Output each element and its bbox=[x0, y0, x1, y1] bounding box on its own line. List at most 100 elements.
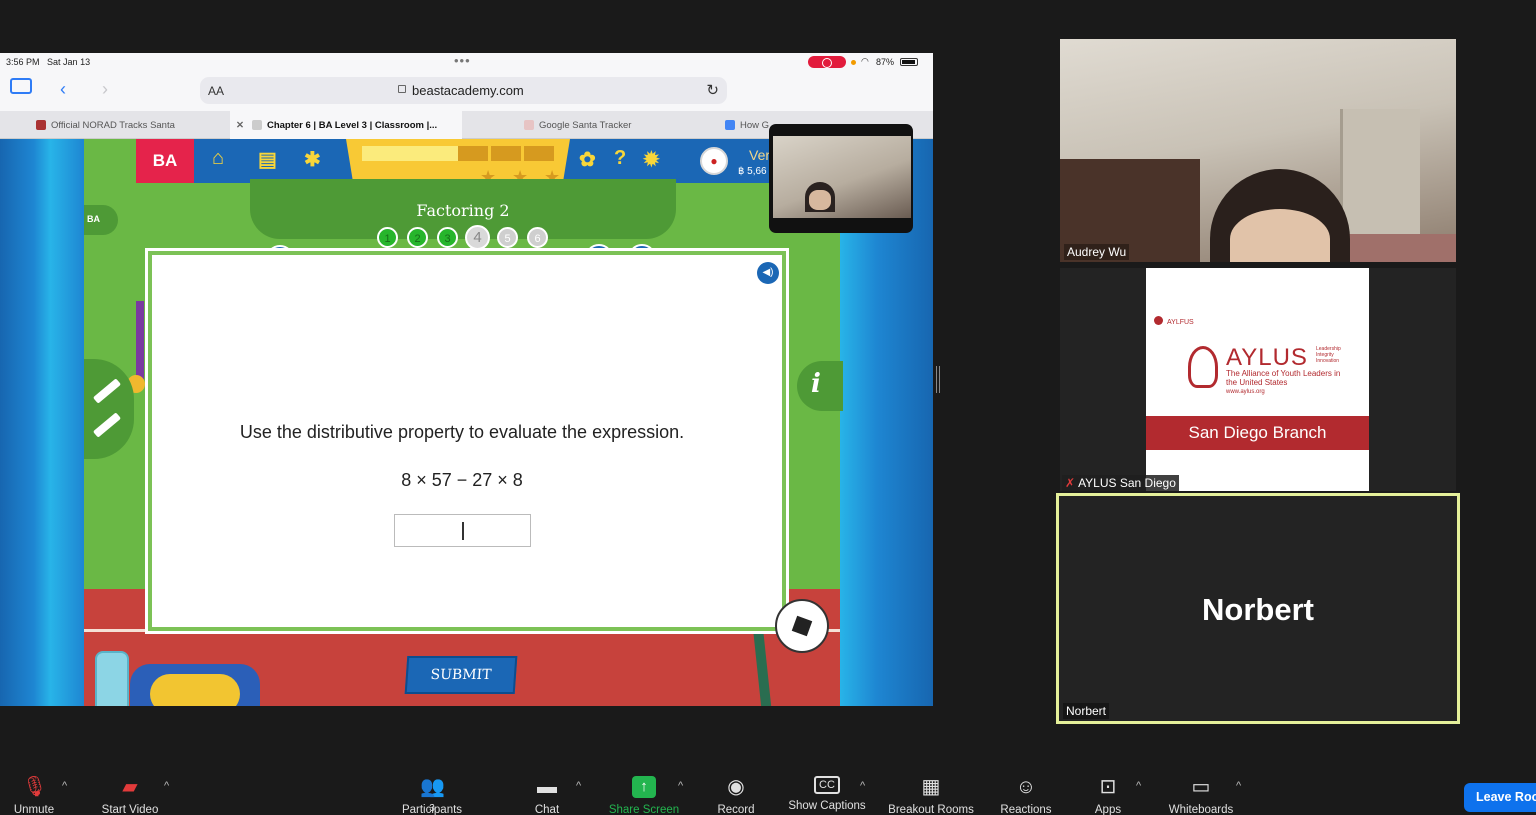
wifi-icon: ◠ bbox=[861, 56, 869, 66]
whiteboards-options-caret-icon[interactable]: ^ bbox=[1236, 780, 1241, 792]
zoom-meeting-window: 3:56 PM Sat Jan 13 ••• ◠ 87% ‹ › AA beas… bbox=[0, 0, 1536, 815]
info-icon[interactable]: i bbox=[811, 369, 821, 399]
step-4-current[interactable]: 4 bbox=[465, 225, 490, 250]
apps-icon: ⊡ bbox=[1099, 776, 1117, 798]
medal-ribbon bbox=[136, 301, 144, 381]
aylus-logo-card: AYLFUS AYLUS Leadership Integrity Innova… bbox=[1146, 268, 1369, 491]
leave-room-button[interactable]: Leave Room bbox=[1464, 783, 1536, 812]
step-3[interactable]: 3 bbox=[437, 227, 458, 248]
ba-favicon-icon bbox=[251, 120, 262, 130]
chat-icon: ▬ bbox=[537, 776, 557, 798]
url-text: beastacademy.com bbox=[412, 83, 524, 98]
norad-favicon-icon bbox=[36, 120, 46, 130]
aylus-website: www.aylus.org bbox=[1226, 389, 1265, 395]
reactions-icon: ☺ bbox=[1015, 776, 1037, 798]
user-name-partial: Ver bbox=[749, 147, 771, 163]
answer-input[interactable] bbox=[394, 514, 531, 547]
record-icon: ◉ bbox=[727, 776, 745, 798]
step-1[interactable]: 1 bbox=[377, 227, 398, 248]
tab-google-santa[interactable]: Google Santa Tracker bbox=[462, 111, 697, 139]
participant-name: Audrey Wu bbox=[1064, 244, 1130, 260]
submit-button[interactable]: SUBMIT bbox=[404, 656, 518, 694]
sidebar-toggle-icon[interactable] bbox=[10, 78, 32, 94]
santa-favicon-icon bbox=[524, 120, 534, 130]
mic-off-icon: 🎙 bbox=[22, 776, 48, 798]
soccer-ball-illustration bbox=[775, 599, 829, 653]
captions-options-caret-icon[interactable]: ^ bbox=[860, 780, 865, 792]
tab-norad[interactable]: Official NORAD Tracks Santa bbox=[0, 111, 230, 139]
audio-options-caret-icon[interactable]: ^ bbox=[62, 780, 67, 792]
resize-handle[interactable] bbox=[936, 366, 940, 393]
address-bar[interactable]: AA beastacademy.com ↻ bbox=[200, 77, 727, 104]
chat-button[interactable]: ▬ Chat bbox=[530, 776, 564, 815]
step-5[interactable]: 5 bbox=[497, 227, 518, 248]
status-time-date: 3:56 PM Sat Jan 13 bbox=[6, 57, 91, 67]
problem-prompt: Use the distributive property to evaluat… bbox=[239, 422, 685, 442]
text-caret bbox=[462, 522, 464, 540]
start-video-button[interactable]: ▰ Start Video bbox=[96, 776, 164, 815]
record-button[interactable]: ◉ Record bbox=[714, 776, 758, 815]
lock-icon bbox=[398, 85, 406, 93]
self-view-video[interactable] bbox=[769, 124, 913, 233]
award-icon[interactable]: ✿ bbox=[579, 147, 596, 172]
close-tab-icon[interactable]: ✕ bbox=[236, 120, 244, 131]
aylus-small-logo: AYLFUS bbox=[1154, 316, 1194, 326]
video-tile-norbert-active-speaker[interactable]: Norbert Norbert bbox=[1056, 493, 1460, 724]
participant-name: ✗ AYLUS San Diego bbox=[1062, 475, 1179, 491]
video-tile-aylus[interactable]: AYLFUS AYLUS Leadership Integrity Innova… bbox=[1060, 268, 1456, 491]
tab-how-g[interactable]: How G bbox=[697, 111, 777, 139]
mic-in-use-dot-icon bbox=[851, 60, 856, 65]
settings-gear-icon[interactable]: ✹ bbox=[643, 147, 660, 172]
reactions-button[interactable]: ☺ Reactions bbox=[996, 776, 1056, 815]
step-2[interactable]: 2 bbox=[407, 227, 428, 248]
eraser-icon[interactable] bbox=[92, 412, 122, 438]
pencil-icon[interactable] bbox=[92, 378, 122, 404]
home-icon[interactable]: ⌂ bbox=[212, 147, 224, 170]
unmute-button[interactable]: 🎙 Unmute bbox=[10, 776, 58, 815]
reader-settings-button[interactable]: AA bbox=[208, 84, 224, 98]
read-aloud-speaker-icon[interactable]: ◀) bbox=[757, 262, 779, 284]
ios-status-bar: 3:56 PM Sat Jan 13 ••• ◠ 87% bbox=[0, 53, 933, 71]
show-captions-button[interactable]: CC Show Captions bbox=[784, 776, 870, 812]
video-tile-audrey[interactable]: Audrey Wu bbox=[1060, 39, 1456, 262]
help-icon[interactable]: ? bbox=[614, 147, 626, 170]
apps-button[interactable]: ⊡ Apps bbox=[1090, 776, 1126, 815]
water-bottle-illustration bbox=[95, 651, 129, 706]
lesson-title: Factoring 2 bbox=[416, 201, 510, 220]
info-tab[interactable]: i bbox=[797, 361, 843, 411]
progress-fill bbox=[362, 146, 458, 161]
video-icon[interactable]: ✱ bbox=[304, 147, 321, 172]
back-icon[interactable]: ‹ bbox=[60, 79, 66, 100]
safari-toolbar: ‹ › AA beastacademy.com ↻ bbox=[0, 71, 933, 111]
gym-bag-illustration bbox=[130, 664, 260, 706]
mic-muted-icon: ✗ bbox=[1065, 476, 1076, 490]
aylus-wordmark: AYLUS bbox=[1226, 344, 1308, 371]
forward-icon[interactable]: › bbox=[102, 79, 108, 100]
chat-options-caret-icon[interactable]: ^ bbox=[576, 780, 581, 792]
whiteboards-button[interactable]: ▭ Whiteboards bbox=[1162, 776, 1240, 815]
share-screen-icon: ↑ bbox=[632, 776, 656, 798]
tab-beast-academy[interactable]: ✕ Chapter 6 | BA Level 3 | Classroom |... bbox=[230, 111, 462, 139]
coin-balance: ฿ 5,66 bbox=[738, 166, 767, 177]
lightbulb-icon bbox=[1188, 346, 1218, 388]
battery-icon bbox=[900, 58, 918, 66]
aylus-branch: San Diego Branch bbox=[1146, 416, 1369, 450]
screen-record-icon bbox=[808, 56, 846, 68]
apps-options-caret-icon[interactable]: ^ bbox=[1136, 780, 1141, 792]
video-options-caret-icon[interactable]: ^ bbox=[164, 780, 169, 792]
ba-small-logo[interactable]: BA bbox=[84, 205, 118, 235]
video-off-icon: ▰ bbox=[122, 776, 138, 798]
share-options-caret-icon[interactable]: ^ bbox=[678, 780, 683, 792]
google-favicon-icon bbox=[725, 120, 735, 130]
avatar[interactable]: ● bbox=[700, 147, 728, 175]
participants-icon: 👥3 bbox=[420, 776, 445, 814]
book-icon[interactable]: ▤ bbox=[258, 147, 277, 172]
share-screen-button[interactable]: ↑ Share Screen bbox=[604, 776, 684, 815]
meeting-toolbar: 🎙 Unmute ^ ▰ Start Video ^ 👥3 Participan… bbox=[0, 770, 1536, 815]
breakout-rooms-button[interactable]: ▦ Breakout Rooms bbox=[884, 776, 978, 815]
multitasking-dots-icon[interactable]: ••• bbox=[454, 53, 471, 68]
step-6[interactable]: 6 bbox=[527, 227, 548, 248]
participants-button[interactable]: 👥3 Participants bbox=[396, 776, 468, 815]
reload-icon[interactable]: ↻ bbox=[706, 81, 719, 99]
ba-logo[interactable]: BA bbox=[136, 139, 194, 183]
